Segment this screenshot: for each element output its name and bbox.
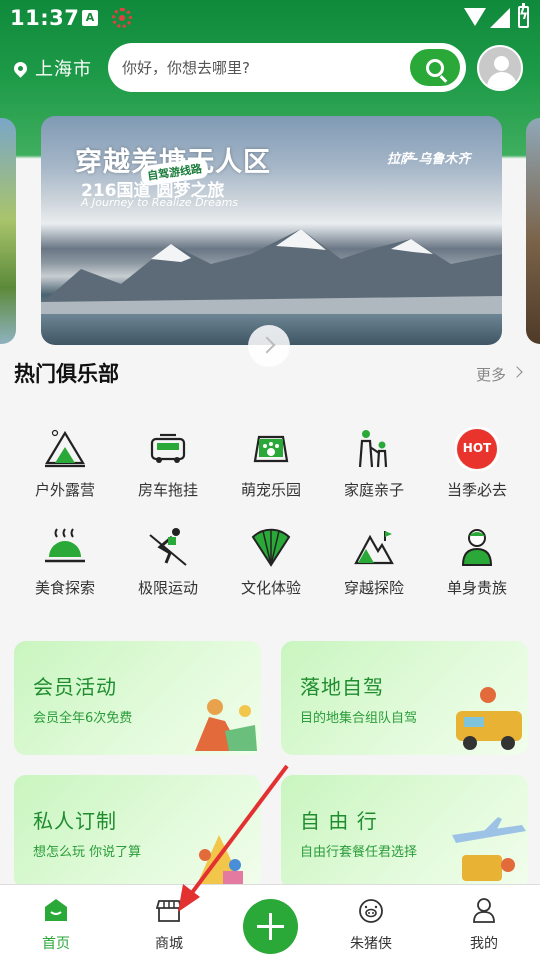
card-subtitle: 想怎么玩 你说了算 — [33, 845, 142, 860]
battery-icon — [518, 3, 529, 28]
banner-route: 拉萨-乌鲁木齐 — [387, 152, 471, 167]
card-subtitle: 目的地集合组队自驾 — [300, 711, 418, 726]
notification-a-icon: A — [82, 10, 98, 26]
club-food[interactable]: 美食探索 — [15, 525, 115, 615]
club-label: 极限运动 — [137, 579, 198, 597]
club-hot[interactable]: HOT 当季必去 — [427, 427, 527, 517]
banner-english: A Journey to Realize Dreams — [81, 196, 239, 209]
avatar-head — [494, 56, 509, 71]
ski-icon — [149, 528, 187, 566]
avatar-body — [487, 72, 517, 89]
banner-next-peek[interactable] — [526, 118, 540, 344]
hot-badge-text: HOT — [462, 441, 492, 455]
clubs-more-link[interactable]: 更多 — [476, 364, 506, 385]
location-pin-icon — [11, 58, 30, 78]
card-subtitle: 自由行套餐任君选择 — [300, 845, 418, 860]
club-pet[interactable]: 萌宠乐园 — [221, 427, 321, 517]
club-label: 当季必去 — [446, 481, 507, 499]
banner-mountains — [41, 229, 502, 314]
user-icon — [473, 898, 495, 923]
card-member-activity[interactable]: 会员活动 会员全年6次免费 — [14, 641, 261, 755]
club-rv[interactable]: 房车拖挂 — [118, 427, 218, 517]
club-label: 单身贵族 — [446, 579, 507, 597]
nav-mine-label: 我的 — [470, 936, 498, 952]
card-title: 会员活动 — [33, 675, 117, 699]
club-culture[interactable]: 文化体验 — [221, 525, 321, 615]
search-bar[interactable]: 你好，你想去哪里? — [108, 43, 466, 92]
banner-prev-peek[interactable] — [0, 118, 16, 344]
nav-pig[interactable]: 朱猪侠 — [326, 897, 416, 957]
card-illustration — [195, 835, 245, 889]
card-subtitle: 会员全年6次免费 — [33, 711, 133, 726]
club-explore[interactable]: 穿越探险 — [324, 525, 424, 615]
search-icon — [426, 58, 444, 77]
add-button[interactable] — [243, 899, 298, 954]
nav-mine[interactable]: 我的 — [439, 897, 529, 957]
club-label: 文化体验 — [240, 579, 301, 597]
search-input[interactable]: 你好，你想去哪里? — [122, 57, 250, 78]
nav-home-label: 首页 — [42, 936, 70, 952]
club-camping[interactable]: 户外露营 — [15, 427, 115, 517]
card-private-custom[interactable]: 私人订制 想怎么玩 你说了算 — [14, 775, 261, 889]
card-illustration — [456, 687, 522, 750]
location-selector[interactable]: 上海市 — [11, 55, 92, 81]
card-title: 自 由 行 — [300, 809, 378, 833]
club-label: 房车拖挂 — [137, 481, 198, 499]
signal-icon — [490, 8, 510, 28]
status-bar: 11:37 A — [0, 0, 540, 36]
card-free-travel[interactable]: 自 由 行 自由行套餐任君选择 — [281, 775, 528, 889]
wifi-icon — [464, 8, 486, 26]
mountain-icon — [354, 531, 394, 565]
banner-next-arrow-icon[interactable] — [248, 325, 290, 367]
card-title: 落地自驾 — [300, 675, 384, 699]
location-label: 上海市 — [35, 59, 92, 80]
nav-pig-label: 朱猪侠 — [350, 936, 392, 952]
fan-icon — [251, 528, 291, 567]
club-label: 穿越探险 — [343, 579, 404, 597]
club-ski[interactable]: 极限运动 — [118, 525, 218, 615]
nav-shop-label: 商城 — [155, 936, 183, 952]
banner-slide[interactable]: 穿越羌塘无人区 自驾游线路 216国道 圆梦之旅 A Journey to Re… — [41, 116, 502, 345]
nav-home[interactable]: 首页 — [11, 897, 101, 957]
search-button[interactable] — [410, 49, 460, 86]
camping-icon — [45, 429, 85, 468]
status-time: 11:37 — [10, 6, 80, 30]
club-label: 萌宠乐园 — [240, 481, 301, 499]
section-title-clubs: 热门俱乐部 — [14, 362, 119, 386]
club-single[interactable]: 单身贵族 — [427, 525, 527, 615]
avatar[interactable] — [477, 45, 523, 91]
rv-icon — [150, 433, 186, 463]
club-label: 家庭亲子 — [343, 481, 404, 499]
pet-icon — [253, 435, 289, 463]
notification-gear-icon — [112, 8, 132, 28]
shop-icon — [156, 900, 182, 922]
chevron-right-icon[interactable] — [511, 366, 523, 378]
family-icon — [358, 430, 388, 468]
club-label: 户外露营 — [34, 481, 95, 499]
card-self-drive[interactable]: 落地自驾 目的地集合组队自驾 — [281, 641, 528, 755]
single-icon — [461, 529, 493, 566]
club-label: 美食探索 — [34, 579, 95, 597]
card-title: 私人订制 — [33, 809, 117, 833]
club-family[interactable]: 家庭亲子 — [324, 427, 424, 517]
food-icon — [45, 528, 85, 563]
nav-shop[interactable]: 商城 — [124, 897, 214, 957]
card-illustration — [452, 817, 526, 881]
pig-icon — [359, 899, 383, 923]
home-icon — [45, 899, 67, 921]
card-illustration — [195, 699, 257, 751]
